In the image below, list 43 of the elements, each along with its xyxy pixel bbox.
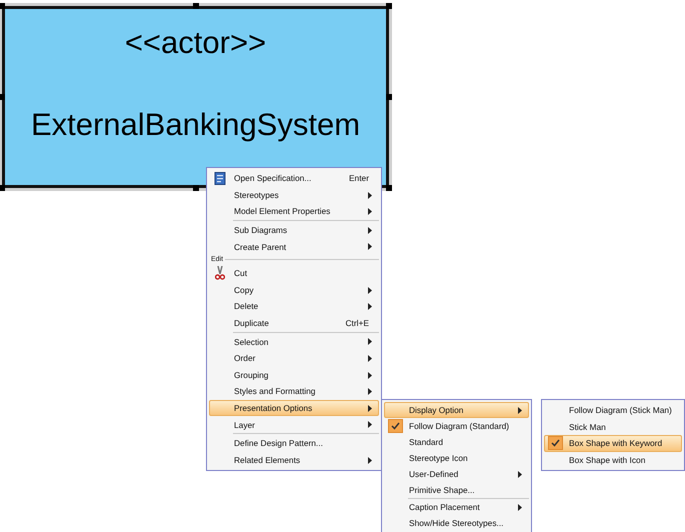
checkmark-icon: [548, 436, 562, 450]
menu-item[interactable]: Stick Man: [544, 418, 682, 436]
menu-item[interactable]: Follow Diagram (Stick Man): [544, 402, 682, 419]
resize-handle[interactable]: [386, 94, 392, 100]
menu-item[interactable]: Copy: [209, 282, 379, 298]
menu-item[interactable]: User-Defined: [384, 466, 529, 482]
menu-item[interactable]: Presentation Options: [209, 400, 379, 416]
menu-item[interactable]: Order: [209, 350, 379, 367]
menu-item[interactable]: Standard: [384, 434, 529, 450]
menu-item[interactable]: Caption Placement: [384, 499, 529, 515]
scissors-icon: [215, 266, 225, 280]
menu-item[interactable]: Display Option: [384, 402, 529, 418]
menu-item[interactable]: Create Parent: [209, 238, 379, 255]
menu-item[interactable]: Show/Hide Stereotypes...: [384, 515, 529, 531]
menu-item[interactable]: Model Element Properties: [209, 203, 379, 220]
resize-handle[interactable]: [386, 3, 392, 9]
menu-item[interactable]: Related Elements: [209, 452, 379, 468]
stereotype-label: <<actor>>: [124, 25, 266, 61]
resize-handle[interactable]: [386, 185, 392, 191]
menu-item[interactable]: Stereotypes: [209, 186, 379, 204]
resize-handle[interactable]: [192, 3, 198, 9]
menu-item[interactable]: Open Specification... Enter: [209, 170, 379, 187]
menu-item[interactable]: Box Shape with Icon: [544, 452, 682, 468]
menu-item[interactable]: Box Shape with Keyword: [544, 435, 682, 452]
menu-item[interactable]: Styles and Formatting: [209, 383, 379, 400]
resize-handle[interactable]: [0, 185, 5, 191]
actor-name: ExternalBankingSystem: [30, 107, 360, 143]
resize-handle[interactable]: [192, 185, 198, 191]
menu-item[interactable]: Cut: [209, 264, 379, 282]
resize-handle[interactable]: [0, 3, 5, 9]
menu-item[interactable]: Stereotype Icon: [384, 450, 529, 466]
menu-item[interactable]: Layer: [209, 416, 379, 433]
checkmark-icon: [388, 419, 402, 433]
menu-item[interactable]: Selection: [209, 333, 379, 350]
menu-item[interactable]: Grouping: [209, 366, 379, 384]
menu-item[interactable]: Delete: [209, 298, 379, 315]
menu-item[interactable]: Define Design Pattern...: [209, 434, 379, 452]
document-icon: [214, 172, 226, 185]
menu-item[interactable]: Primitive Shape...: [384, 482, 529, 498]
resize-handle[interactable]: [0, 94, 5, 100]
menu-item[interactable]: Follow Diagram (Standard): [384, 418, 529, 434]
menu-item[interactable]: Duplicate Ctrl+E: [209, 314, 379, 332]
menu-item[interactable]: Sub Diagrams: [209, 222, 379, 238]
